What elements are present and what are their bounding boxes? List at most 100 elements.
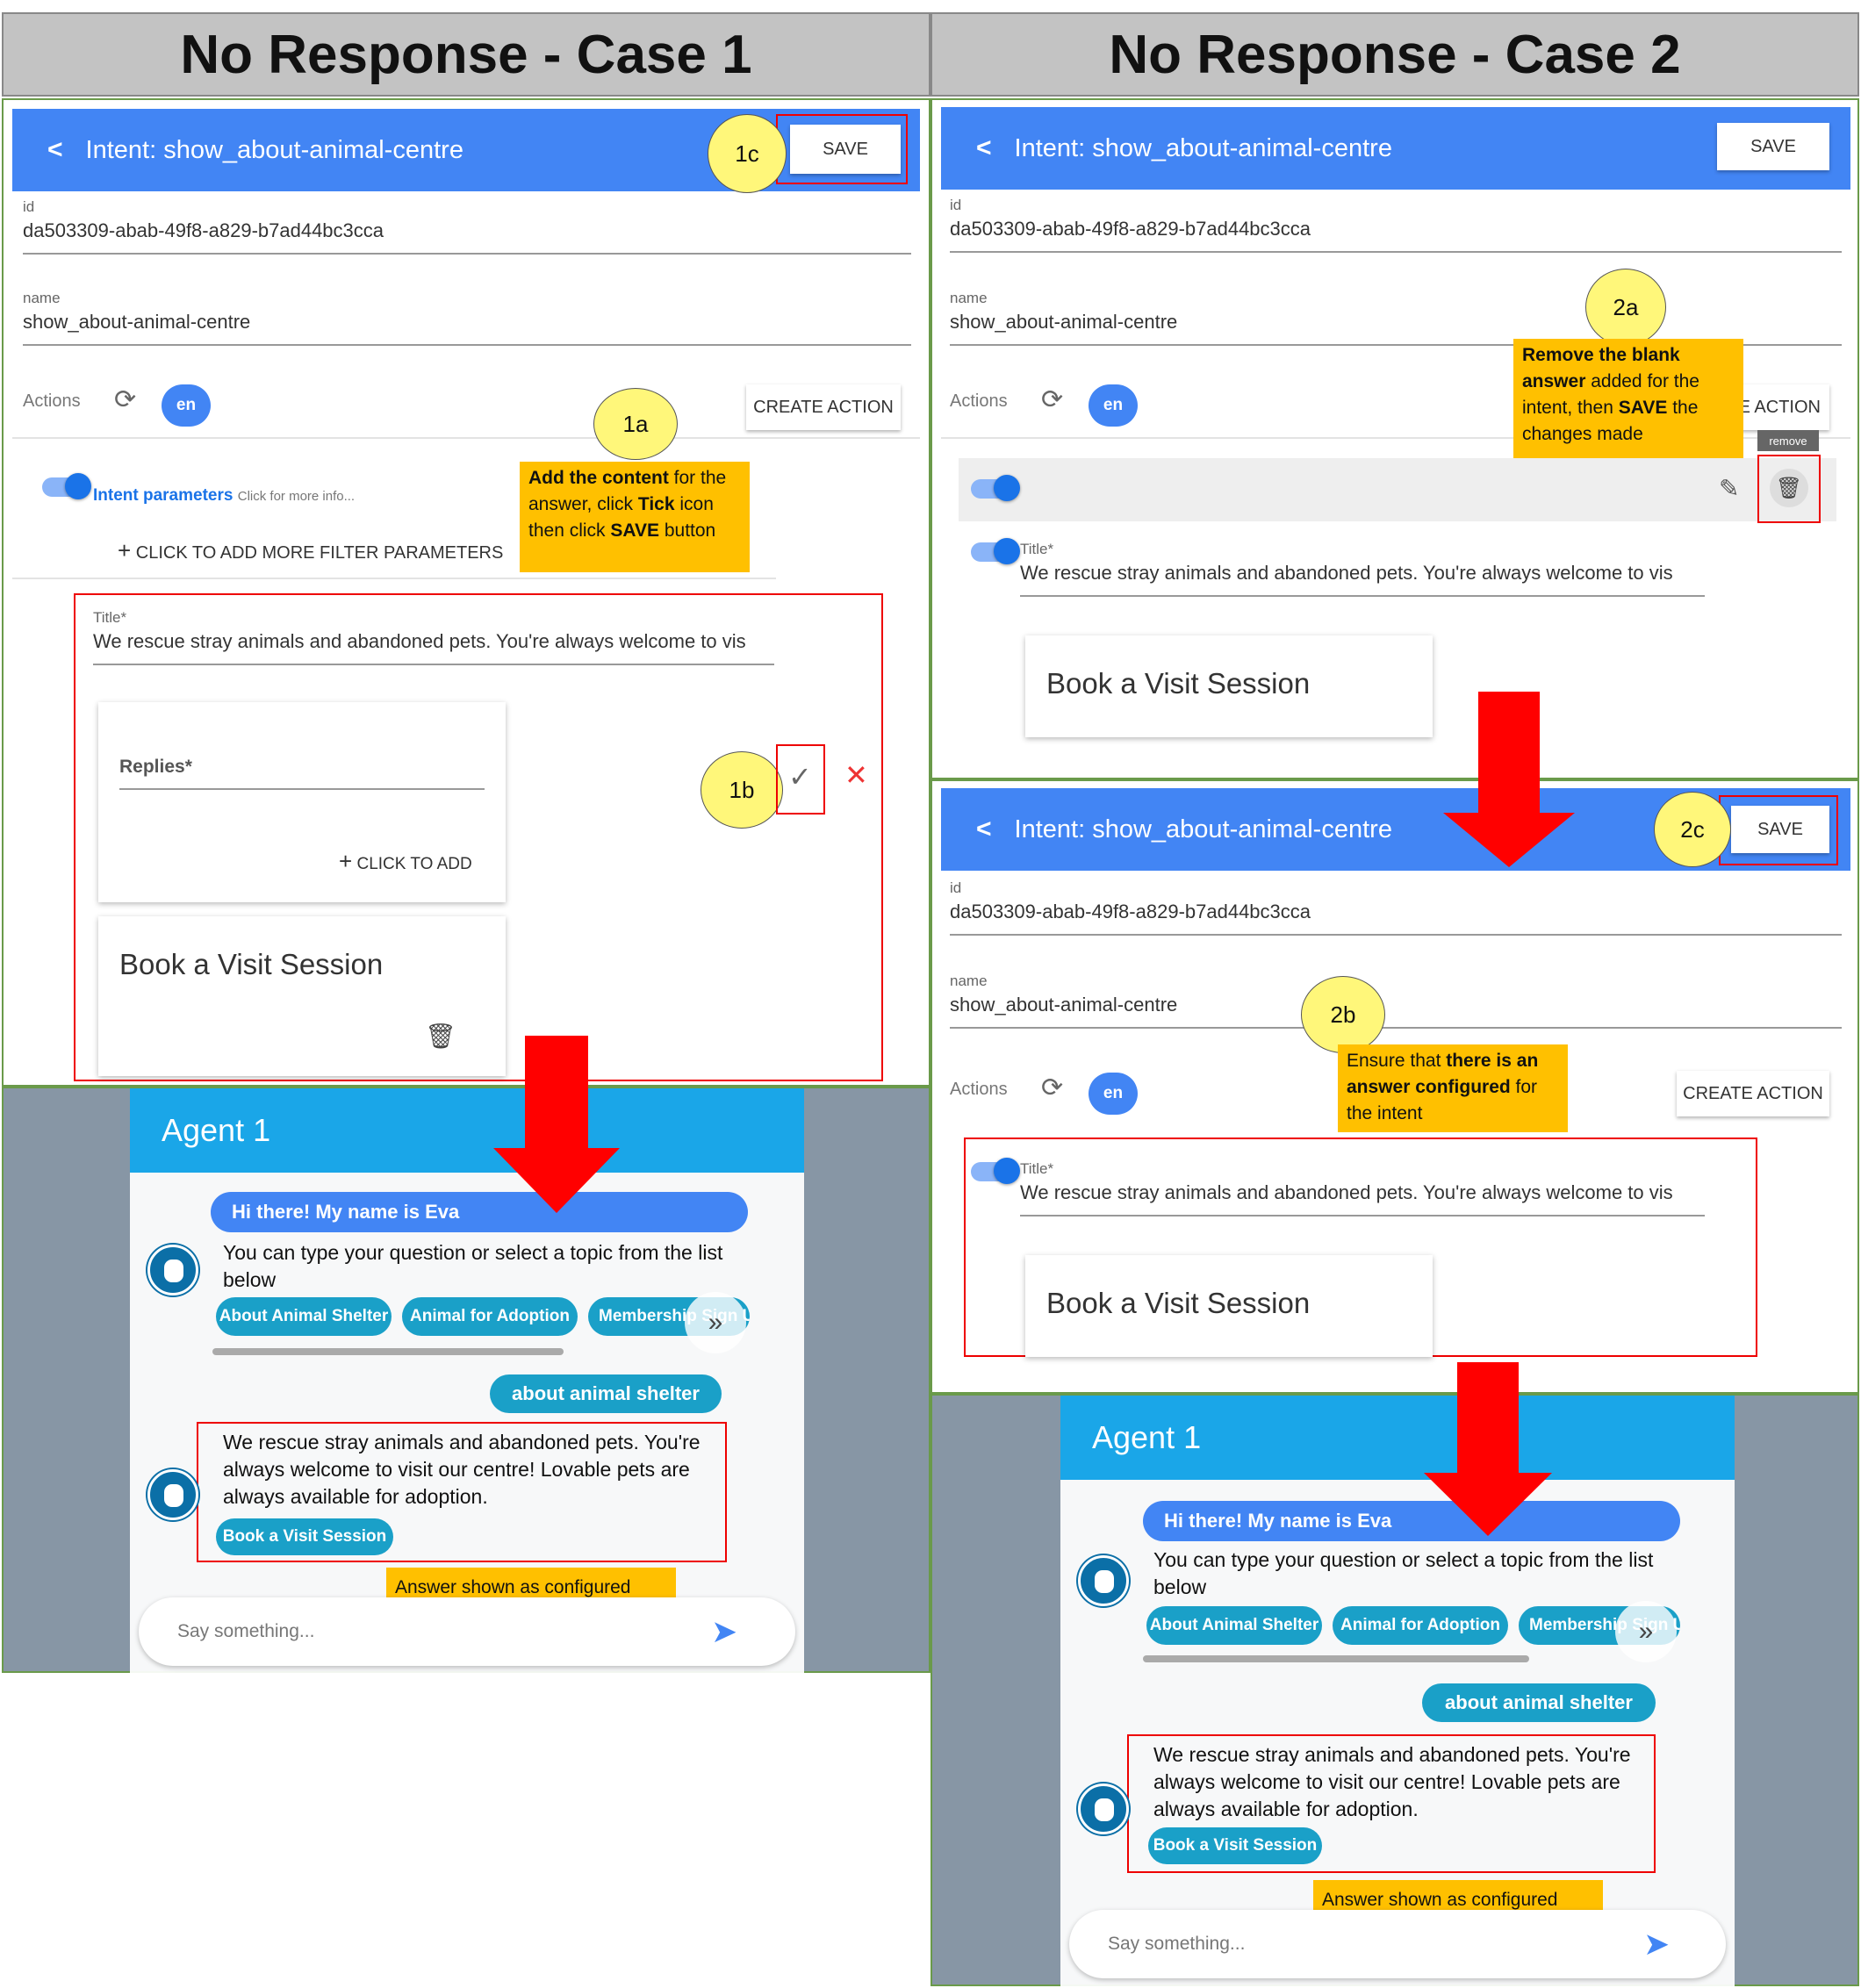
prompt-text: You can type your question or select a t…: [1153, 1548, 1654, 1598]
create-action-button[interactable]: CREATE ACTION: [1677, 1071, 1829, 1116]
agent-name: Agent 1: [162, 1112, 271, 1148]
button-card-text: Book a Visit Session: [1046, 1287, 1311, 1319]
button-card: Book a Visit Session 🗑: [98, 916, 506, 1076]
greeting-bubble: Hi there! My name is Eva: [211, 1192, 748, 1232]
name-label: name: [950, 972, 988, 989]
title-field[interactable]: We rescue stray animals and abandoned pe…: [1020, 1181, 1705, 1216]
scroll-right-icon[interactable]: »: [1615, 1601, 1677, 1662]
user-message: about animal shelter: [490, 1374, 722, 1413]
intent-app-bar: < Intent: show_about-animal-centre: [941, 107, 1850, 190]
button-card-text: Book a Visit Session: [1046, 667, 1311, 700]
back-icon[interactable]: <: [47, 135, 63, 165]
step-2c-marker: 2c: [1654, 792, 1731, 867]
replies-card: Replies* + CLICK TO ADD: [98, 702, 506, 902]
case1-intent-panel: < Intent: show_about-animal-centre SAVE …: [2, 98, 931, 1087]
answer-toggle[interactable]: [971, 475, 1020, 501]
back-icon[interactable]: <: [976, 815, 992, 844]
answer-toggle[interactable]: [971, 538, 1020, 564]
send-icon[interactable]: ➤: [1643, 1926, 1670, 1963]
add-filter-button[interactable]: + CLICK TO ADD MORE FILTER PARAMETERS: [118, 537, 503, 564]
chat-input[interactable]: Say something...: [1069, 1910, 1726, 1978]
divider: [12, 437, 920, 439]
case2-title: No Response - Case 2: [1109, 24, 1681, 85]
name-field[interactable]: show_about-animal-centre: [23, 311, 911, 346]
lang-pill[interactable]: en: [1089, 1073, 1138, 1115]
bot-avatar-icon: [1078, 1555, 1129, 1606]
chat-input[interactable]: Say something...: [139, 1597, 795, 1666]
highlight-save: [1719, 795, 1838, 865]
book-visit-button[interactable]: Book a Visit Session: [216, 1518, 393, 1555]
name-label: name: [23, 290, 61, 306]
button-card: Book a Visit Session: [1025, 635, 1433, 737]
close-icon[interactable]: ✕: [844, 758, 868, 792]
bot-avatar-icon: [147, 1469, 198, 1520]
remove-tooltip: remove: [1757, 430, 1819, 451]
title-label: Title*: [1020, 541, 1054, 557]
title-field[interactable]: We rescue stray animals and abandoned pe…: [1020, 562, 1705, 597]
intent-toggle[interactable]: [42, 473, 91, 499]
send-icon[interactable]: ➤: [711, 1613, 737, 1650]
note-2a: Remove the blank answer added for the in…: [1513, 339, 1743, 458]
scroll-right-icon[interactable]: »: [685, 1292, 746, 1353]
trash-icon[interactable]: 🗑: [425, 1022, 456, 1051]
id-field[interactable]: da503309-abab-49f8-a829-b7ad44bc3cca: [23, 219, 911, 255]
sync-icon[interactable]: ⟳: [1041, 384, 1063, 415]
button-card-text: Book a Visit Session: [119, 948, 384, 980]
step-1c-marker: 1c: [708, 114, 787, 193]
case2-intent-panel-after: < Intent: show_about-animal-centre SAVE …: [931, 779, 1859, 1394]
case1-header: No Response - Case 1: [2, 12, 931, 97]
create-action-button[interactable]: CREATE ACTION: [746, 384, 901, 430]
chip-about-animal-shelter[interactable]: About Animal Shelter: [1146, 1606, 1322, 1645]
chip-animal-for-adoption[interactable]: Animal for Adoption: [402, 1297, 578, 1336]
check-icon[interactable]: ✓: [788, 760, 812, 793]
chips-scrollbar[interactable]: [1143, 1655, 1529, 1662]
divider: [12, 578, 776, 579]
chip-animal-for-adoption[interactable]: Animal for Adoption: [1333, 1606, 1508, 1645]
create-action-button[interactable]: E ACTION: [1731, 384, 1829, 430]
step-2b-marker: 2b: [1301, 976, 1385, 1053]
lang-pill[interactable]: en: [1089, 384, 1138, 427]
name-label: name: [950, 290, 988, 306]
sync-icon[interactable]: ⟳: [114, 384, 136, 415]
title-field[interactable]: We rescue stray animals and abandoned pe…: [93, 630, 774, 665]
lang-pill[interactable]: en: [162, 384, 211, 427]
more-info-text: Click for more info...: [237, 489, 356, 504]
back-icon[interactable]: <: [976, 133, 992, 163]
chat-header: Agent 1: [1060, 1396, 1735, 1480]
arrow-down-head: [1424, 1473, 1552, 1536]
answer-toggle[interactable]: [971, 1158, 1020, 1184]
title-label: Title*: [1020, 1160, 1054, 1177]
sync-icon[interactable]: ⟳: [1041, 1073, 1063, 1103]
note-1a: Add the content for the answer, click Ti…: [520, 462, 750, 572]
arrow-down-head: [1443, 813, 1575, 867]
step-1a-marker: 1a: [593, 388, 678, 460]
click-to-add-button[interactable]: + CLICK TO ADD: [339, 848, 472, 875]
id-label: id: [23, 198, 35, 215]
actions-label: Actions: [950, 1080, 1008, 1099]
arrow-down: [525, 1036, 588, 1150]
intent-title: Intent: show_about-animal-centre: [1014, 815, 1392, 843]
id-label: id: [950, 197, 962, 213]
id-field[interactable]: da503309-abab-49f8-a829-b7ad44bc3cca: [950, 218, 1842, 253]
id-field[interactable]: da503309-abab-49f8-a829-b7ad44bc3cca: [950, 901, 1842, 936]
title-label: Title*: [93, 609, 127, 626]
remove-icon[interactable]: 🗑: [1770, 469, 1808, 507]
name-field[interactable]: show_about-animal-centre: [950, 994, 1842, 1029]
chip-about-animal-shelter[interactable]: About Animal Shelter: [216, 1297, 392, 1336]
step-1b-marker: 1b: [701, 751, 783, 829]
replies-label: Replies*: [119, 757, 192, 777]
answer-text: We rescue stray animals and abandoned pe…: [223, 1431, 701, 1508]
button-card: Book a Visit Session: [1025, 1255, 1433, 1357]
prompt-text: You can type your question or select a t…: [223, 1241, 723, 1291]
chips-scrollbar[interactable]: [212, 1348, 564, 1355]
case2-header: No Response - Case 2: [931, 12, 1859, 97]
edit-icon[interactable]: ✎: [1719, 474, 1739, 503]
save-button[interactable]: SAVE: [1717, 123, 1829, 170]
actions-label: Actions: [23, 391, 81, 411]
step-2a-marker: 2a: [1585, 269, 1666, 346]
case1-title: No Response - Case 1: [180, 24, 752, 85]
intent-parameters-link[interactable]: Intent parameters Click for more info...: [93, 486, 355, 506]
book-visit-button[interactable]: Book a Visit Session: [1148, 1827, 1322, 1864]
actions-label: Actions: [950, 391, 1008, 411]
replies-field[interactable]: [119, 788, 485, 790]
